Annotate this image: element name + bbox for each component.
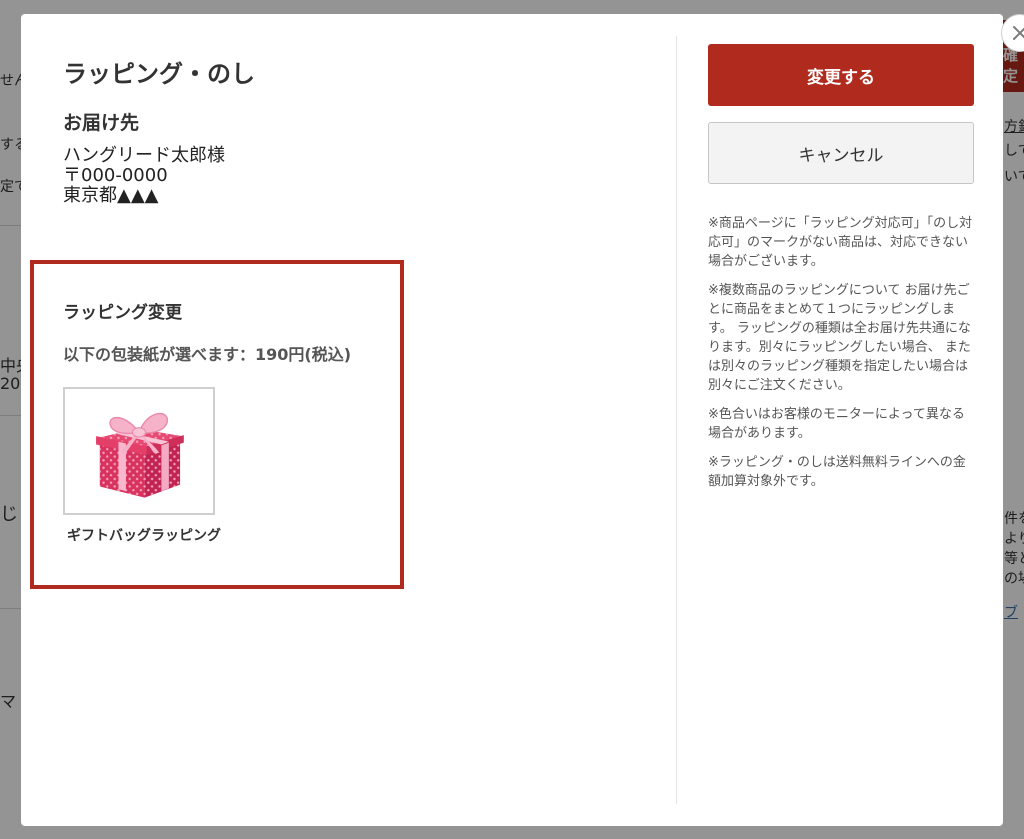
note-item: ※ラッピング・のしは送料無料ラインへの金額加算対象外です。 <box>708 455 966 489</box>
modal-right-column: 変更する キャンセル ※商品ページに「ラッピング対応可」「のし対応可」のマークが… <box>708 44 974 501</box>
note-item: ※色合いはお客様のモニターによって異なる場合があります。 <box>708 407 965 441</box>
destination-address-block: ハングリード太郎様 〒000-0000 東京都▲▲▲ <box>63 146 225 206</box>
wrapping-option-label: ギフトバッグラッピング <box>67 528 221 544</box>
recipient-name: ハングリード太郎様 <box>63 145 225 166</box>
notes-list: ※商品ページに「ラッピング対応可」「のし対応可」のマークがない商品は、対応できな… <box>708 214 974 491</box>
note-item: ※複数商品のラッピングについて お届け先ごとに商品をまとめて１つにラッピングしま… <box>708 283 971 393</box>
wrapping-option-gift-bag[interactable]: ギフトバッグラッピング <box>63 387 221 545</box>
close-icon <box>1013 26 1024 40</box>
cancel-button[interactable]: キャンセル <box>708 122 974 184</box>
wrapping-change-section: ラッピング変更 以下の包装紙が選べます：190円(税込) ギフトバッグラッピング <box>30 260 404 589</box>
note-item: ※商品ページに「ラッピング対応可」「のし対応可」のマークがない商品は、対応できな… <box>708 216 973 269</box>
postal-code: 〒000-0000 <box>63 165 168 186</box>
confirm-change-button[interactable]: 変更する <box>708 44 974 106</box>
modal-left-column: ラッピング・のし お届け先 ハングリード太郎様 〒000-0000 東京都▲▲▲… <box>21 14 677 826</box>
wrapping-price-description: 以下の包装紙が選べます：190円(税込) <box>63 345 352 364</box>
destination-heading: お届け先 <box>63 112 140 134</box>
gift-box-icon <box>96 412 184 498</box>
wrapping-change-heading: ラッピング変更 <box>63 303 182 323</box>
wrapping-option-thumbnail[interactable] <box>63 387 215 515</box>
modal-title: ラッピング・のし <box>63 60 255 88</box>
address-line: 東京都▲▲▲ <box>63 185 159 206</box>
wrapping-modal: ラッピング・のし お届け先 ハングリード太郎様 〒000-0000 東京都▲▲▲… <box>21 14 1024 826</box>
column-divider <box>676 36 677 804</box>
